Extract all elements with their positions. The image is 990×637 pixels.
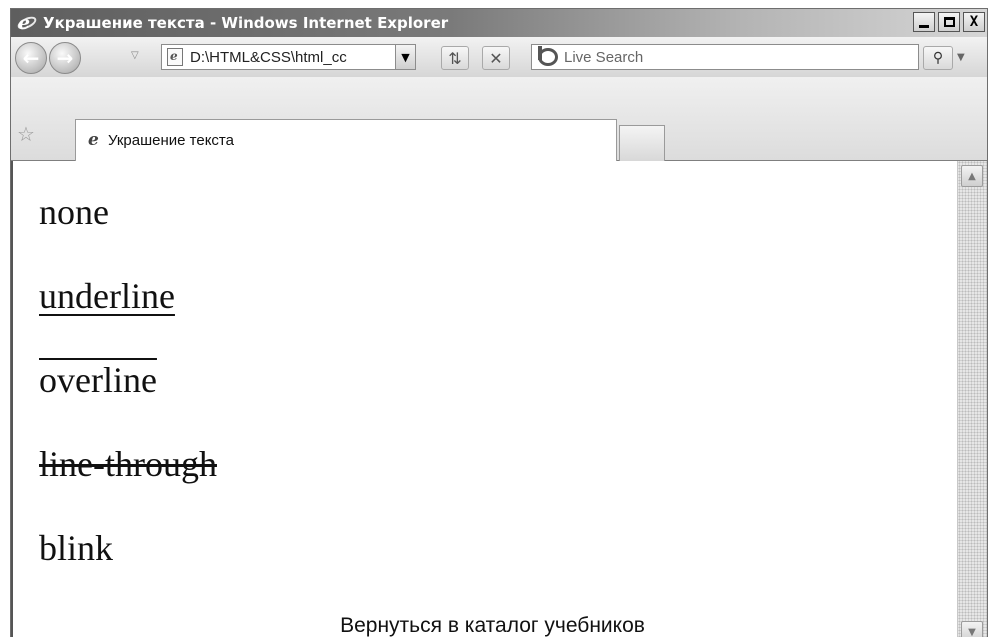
back-button[interactable]: ← [15, 42, 47, 74]
tab-active[interactable]: e Украшение текста [75, 119, 617, 161]
text-line-through: line-through [39, 444, 217, 484]
text-underline: underline [39, 276, 175, 316]
dropdown-arrow-icon: ▼ [401, 50, 410, 64]
minimize-button[interactable] [913, 12, 935, 32]
search-options-dropdown[interactable]: ▼ [957, 52, 965, 63]
search-magnifier-icon: ⚲ [932, 50, 944, 66]
window-title: Украшение текста - Windows Internet Expl… [43, 14, 449, 32]
refresh-button[interactable]: ⇅ [441, 46, 469, 70]
search-box[interactable]: Live Search [531, 44, 919, 70]
forward-button[interactable]: → [49, 42, 81, 74]
tab-label: Украшение текста [108, 132, 234, 149]
maximize-button[interactable] [938, 12, 960, 32]
address-input[interactable]: D:\HTML&CSS\html_cc [190, 49, 382, 66]
text-blink: blink [39, 528, 114, 568]
navigation-bar: ← → ▽ e D:\HTML&CSS\html_cc ▼ ⇅ ✕ Live S… [11, 37, 987, 77]
page-content: none underline overline line-through bli… [11, 161, 957, 637]
new-tab-button[interactable] [619, 125, 665, 161]
live-search-icon [538, 46, 558, 66]
minimize-icon [919, 24, 929, 28]
close-button[interactable]: X [963, 12, 985, 32]
page-icon: e [167, 48, 183, 66]
back-arrow-icon: ← [22, 46, 40, 70]
stop-button[interactable]: ✕ [482, 46, 510, 70]
return-to-catalog-link[interactable]: Вернуться в каталог учебников [0, 614, 990, 637]
recent-pages-dropdown[interactable]: ▽ [131, 50, 139, 61]
stop-icon: ✕ [489, 48, 503, 68]
vertical-scrollbar[interactable]: ▲ ▼ [957, 161, 987, 637]
ie-logo-icon: e [15, 12, 39, 34]
caption-text[interactable]: Вернуться в каталог учебников [340, 614, 645, 637]
maximize-icon [943, 17, 955, 27]
close-icon: X [969, 14, 979, 30]
forward-arrow-icon: → [56, 46, 74, 70]
browser-window: e Украшение текста - Windows Internet Ex… [10, 8, 988, 637]
address-bar[interactable]: e D:\HTML&CSS\html_cc ▼ [161, 44, 416, 70]
window-controls: X [913, 12, 985, 32]
tab-ie-icon: e [88, 129, 99, 150]
search-button[interactable]: ⚲ [923, 46, 953, 70]
text-overline: overline [39, 360, 157, 400]
refresh-icon: ⇅ [448, 48, 462, 68]
up-arrow-icon: ▲ [968, 170, 976, 182]
address-dropdown-button[interactable]: ▼ [395, 45, 415, 69]
favorites-star-icon[interactable]: ☆ [17, 122, 35, 146]
scroll-up-button[interactable]: ▲ [961, 165, 983, 187]
text-none: none [39, 192, 109, 232]
title-bar: e Украшение текста - Windows Internet Ex… [11, 9, 987, 37]
search-input[interactable]: Live Search [564, 49, 643, 66]
